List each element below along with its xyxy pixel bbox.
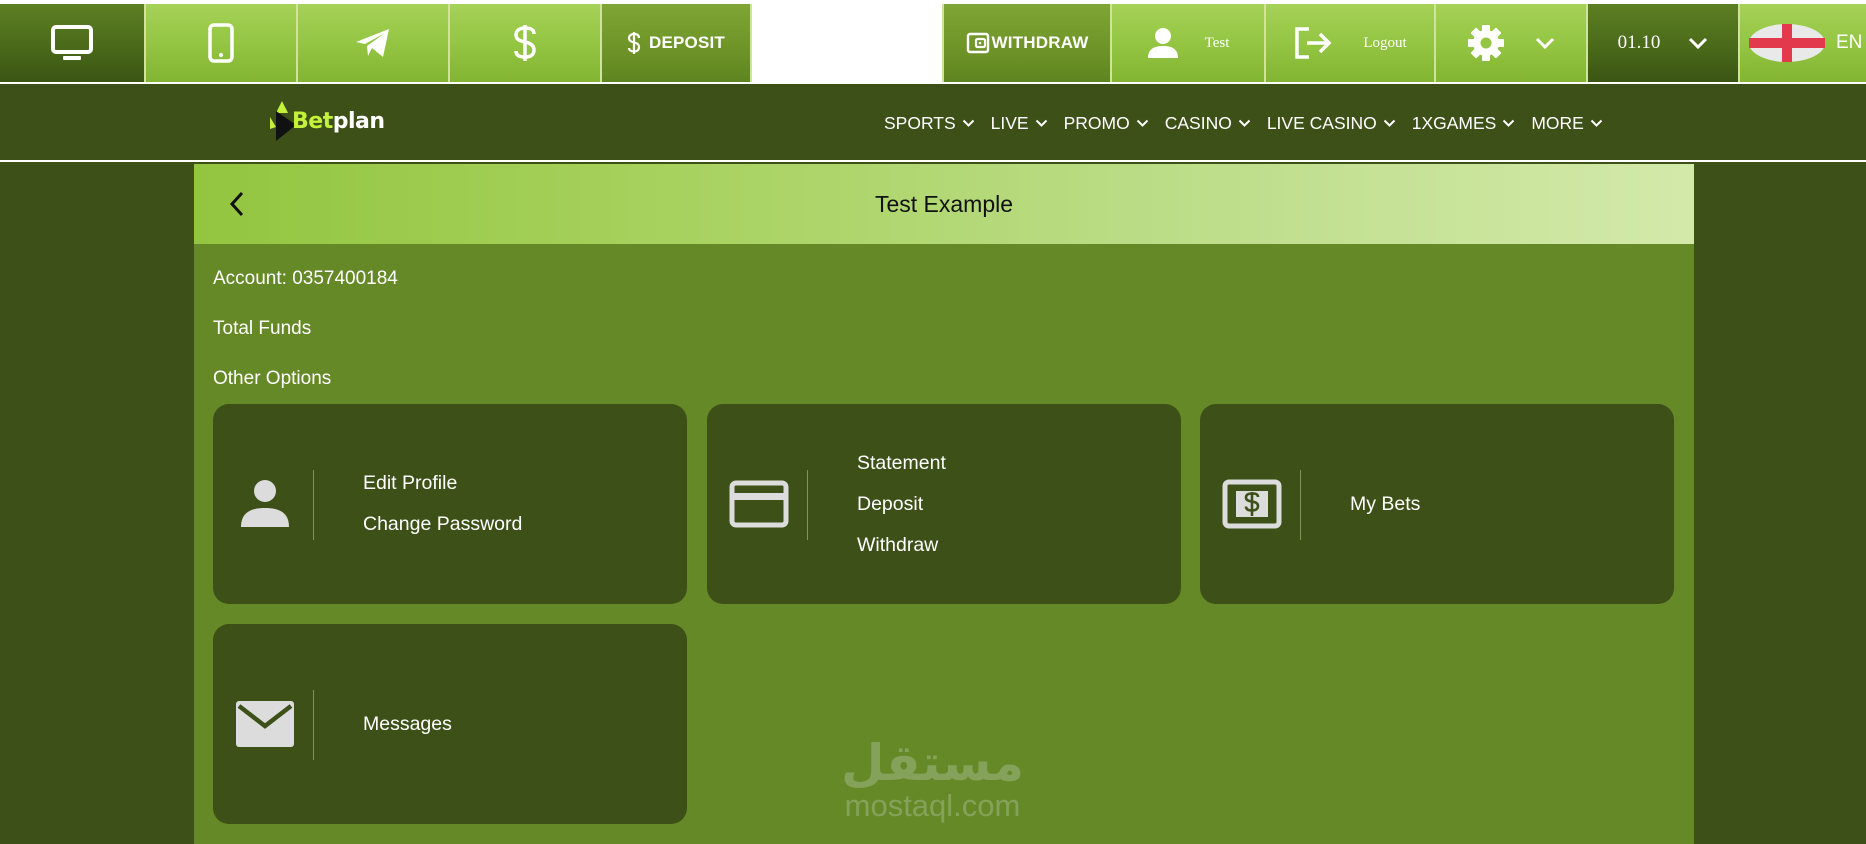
chevron-left-icon (229, 191, 244, 217)
nav-item-live-casino[interactable]: LIVE CASINO (1267, 113, 1396, 134)
messages-link[interactable]: Messages (363, 713, 452, 736)
mobile-version-button[interactable] (146, 4, 298, 82)
chevron-down-icon (1590, 119, 1603, 127)
deposit-button[interactable]: DEPOSIT (602, 4, 752, 82)
my-bets-link[interactable]: My Bets (1350, 493, 1420, 516)
card-divider (313, 690, 314, 760)
desktop-version-button[interactable] (0, 4, 146, 82)
chevron-down-icon (1503, 119, 1515, 127)
wallet-icon (966, 32, 990, 54)
edit-profile-link[interactable]: Edit Profile (363, 472, 522, 495)
withdraw-label: WITHDRAW (991, 33, 1089, 52)
nav-item-sports[interactable]: SPORTS (884, 113, 975, 134)
chevron-down-icon (1238, 119, 1251, 127)
panel-header: Test Example (194, 164, 1694, 244)
betplan-logo[interactable]: Betplan (268, 96, 398, 146)
finance-options-card: Statement Deposit Withdraw (707, 404, 1181, 604)
telegram-button[interactable] (298, 4, 450, 82)
total-funds-label: Total Funds (213, 318, 312, 339)
telegram-icon (354, 27, 392, 59)
odds-format-value: 01.10 (1617, 32, 1661, 53)
currency-button[interactable] (450, 4, 602, 82)
withdraw-button[interactable]: WITHDRAW (944, 4, 1112, 82)
desktop-icon (51, 25, 93, 61)
chevron-down-icon (962, 119, 974, 127)
messages-links: Messages (363, 624, 452, 824)
user-profile-button[interactable]: Test (1112, 4, 1266, 82)
nav-item-promo[interactable]: PROMO (1064, 113, 1149, 134)
envelope-icon (233, 692, 297, 756)
main-nav: Betplan SPORTS LIVE PROMO CASINO LIVE CA… (0, 84, 1866, 162)
deposit-label: DEPOSIT (648, 33, 726, 52)
watermark-text: mostaql.com (844, 788, 1021, 823)
card-divider (807, 470, 808, 540)
odds-format-dropdown[interactable]: 01.10 (1588, 4, 1740, 82)
england-flag-icon (1748, 23, 1826, 63)
logout-button[interactable]: Logout (1266, 4, 1436, 82)
other-options-label: Other Options (213, 368, 332, 389)
account-number: Account: 0357400184 (213, 268, 398, 289)
card-divider (1300, 470, 1301, 540)
watermark-arabic: مستقل (841, 734, 1024, 792)
logout-icon (1293, 26, 1333, 60)
user-icon (233, 472, 297, 536)
chevron-down-icon (1136, 119, 1148, 127)
top-bar: DEPOSIT WITHDRAW Test Logout 01.10 EN (0, 0, 1866, 84)
deposit-link[interactable]: Deposit (857, 493, 946, 516)
blank-slot (752, 4, 944, 82)
back-button[interactable] (222, 188, 254, 220)
dollar-icon (627, 31, 641, 55)
card-divider (313, 470, 314, 540)
nav-item-casino[interactable]: CASINO (1165, 113, 1251, 134)
user-icon (1147, 27, 1179, 59)
chevron-down-icon (1535, 37, 1555, 49)
chevron-down-icon (1688, 37, 1708, 49)
finance-links: Statement Deposit Withdraw (857, 404, 946, 604)
language-label: EN (1836, 32, 1863, 53)
dollar-icon (512, 23, 538, 63)
settings-dropdown[interactable] (1436, 4, 1588, 82)
statement-link[interactable]: Statement (857, 452, 946, 475)
chevron-down-icon (1035, 119, 1047, 127)
nav-item-live[interactable]: LIVE (991, 113, 1048, 134)
bets-options-card: My Bets (1200, 404, 1674, 604)
nav-item-1xgames[interactable]: 1XGAMES (1412, 113, 1516, 134)
mobile-icon (208, 23, 234, 63)
logout-label: Logout (1363, 34, 1407, 51)
username-label: Test (1204, 34, 1230, 51)
money-bill-icon (1220, 472, 1284, 536)
bets-links: My Bets (1350, 404, 1420, 604)
chevron-down-icon (1383, 119, 1395, 127)
logo-text: Betplan (292, 108, 385, 134)
change-password-link[interactable]: Change Password (363, 513, 522, 536)
nav-item-more[interactable]: MORE (1531, 113, 1603, 134)
nav-menu: SPORTS LIVE PROMO CASINO LIVE CASINO 1XG… (884, 84, 1619, 162)
profile-links: Edit Profile Change Password (363, 404, 522, 604)
gear-icon (1467, 24, 1505, 62)
profile-options-card: Edit Profile Change Password (213, 404, 687, 604)
language-selector[interactable]: EN (1740, 4, 1866, 82)
mostaql-watermark: مستقل mostaql.com (820, 734, 1045, 828)
page-title: Test Example (874, 190, 1014, 217)
credit-card-icon (727, 472, 791, 536)
withdraw-link[interactable]: Withdraw (857, 534, 946, 557)
messages-card: Messages (213, 624, 687, 824)
